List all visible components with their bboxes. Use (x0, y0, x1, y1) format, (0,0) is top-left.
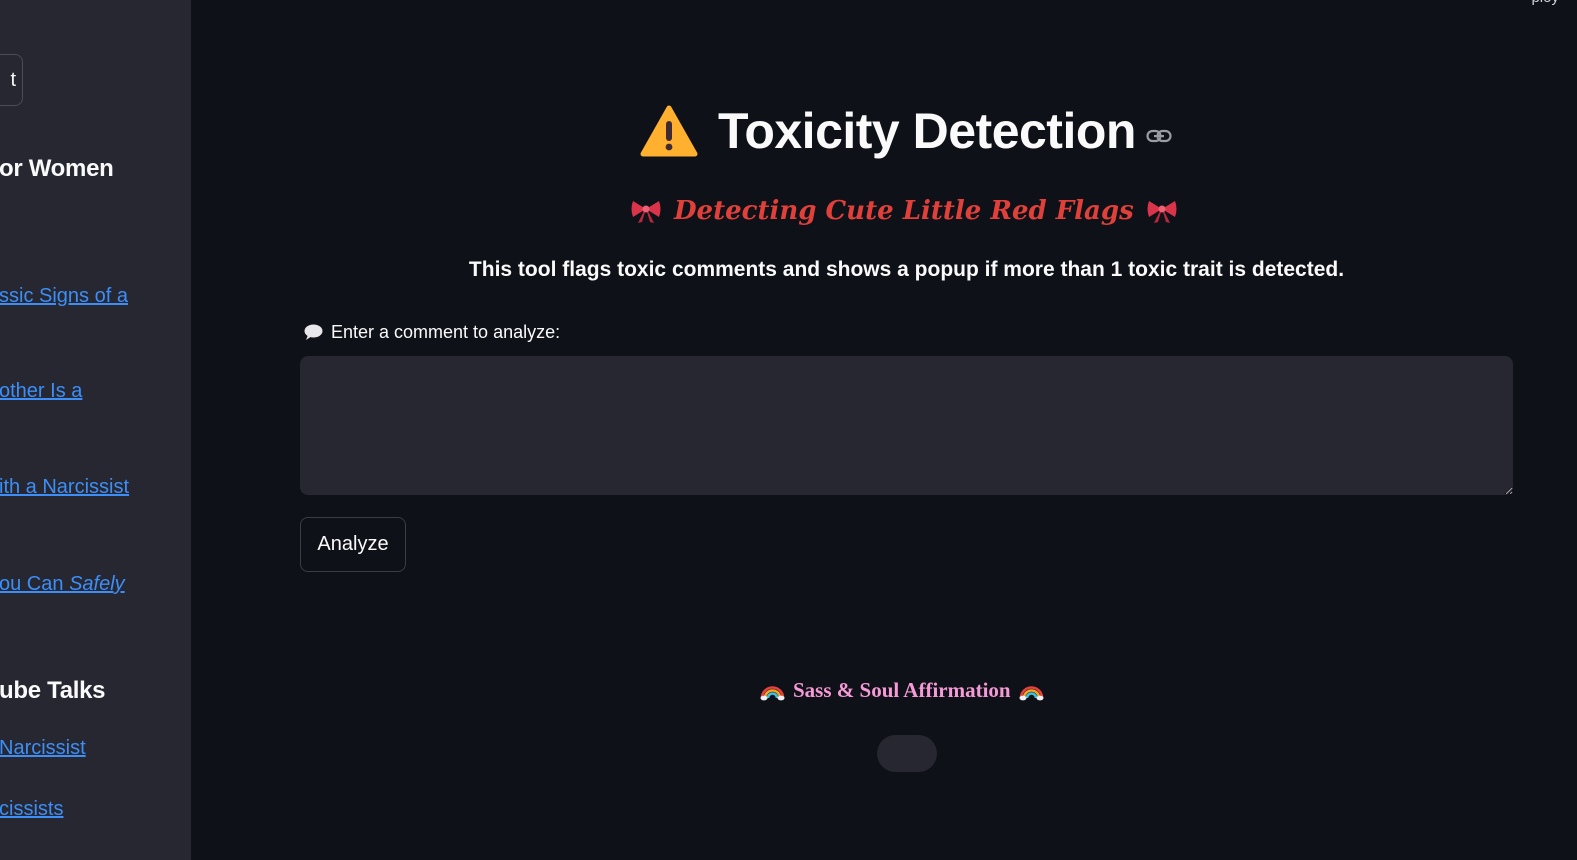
sidebar-link-narcissists[interactable]: cissists (0, 798, 63, 821)
sidebar-link-mother[interactable]: other Is a (0, 380, 82, 403)
affirmation-button[interactable] (877, 735, 937, 772)
deploy-button[interactable]: ploy (1531, 0, 1559, 6)
analyze-button[interactable]: Analyze (300, 517, 406, 572)
ribbon-icon (1147, 201, 1177, 223)
comment-input-label-text: Enter a comment to analyze: (331, 322, 561, 342)
sidebar-heading-youtube: ube Talks (0, 677, 106, 704)
sidebar-link-with-narcissist[interactable]: ith a Narcissist (0, 476, 129, 499)
sidebar-link-prefix: ou Can (0, 573, 70, 595)
warning-icon (640, 105, 698, 157)
rainbow-icon (1019, 685, 1044, 700)
subtitle-row: Detecting Cute Little Red Flags (630, 196, 1178, 226)
affirmation-title: Sass & Soul Affirmation (793, 678, 1011, 702)
ribbon-icon (631, 201, 661, 223)
rainbow-icon (760, 685, 785, 700)
page-title: Toxicity Detection (718, 103, 1136, 159)
description: This tool flags toxic comments and shows… (468, 258, 1345, 281)
sidebar-link-narcissist[interactable]: Narcissist (0, 737, 86, 760)
affirmation-row: Sass & Soul Affirmation (760, 678, 1044, 703)
subtitle: Detecting Cute Little Red Flags (674, 196, 1134, 226)
title-row: Toxicity Detection (640, 102, 1172, 160)
app-root: t or Women ssic Signs of a other Is a it… (0, 0, 1577, 860)
sidebar-link-you-can-safely[interactable]: ou Can Safely (0, 573, 125, 596)
sidebar-link-italic: Safely (69, 573, 125, 595)
speech-bubble-icon (304, 324, 323, 340)
sidebar: t or Women ssic Signs of a other Is a it… (0, 0, 191, 860)
sidebar-button[interactable]: t (0, 54, 23, 106)
comment-input-label: Enter a comment to analyze: (304, 322, 560, 343)
sidebar-link-classic-signs[interactable]: ssic Signs of a (0, 285, 128, 308)
link-icon[interactable] (1146, 128, 1172, 144)
comment-input[interactable] (300, 356, 1513, 495)
sidebar-heading-women: or Women (0, 155, 114, 182)
